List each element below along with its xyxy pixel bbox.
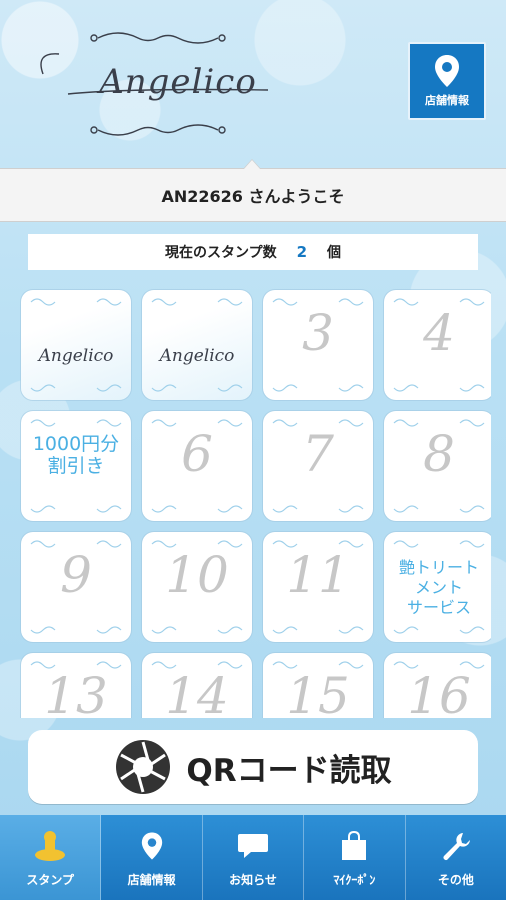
tab-my-coupon[interactable]: ﾏｲｸｰﾎﾟﾝ (304, 815, 406, 900)
stamp-count-label: 現在のスタンプ数 (164, 245, 277, 261)
shopping-bag-icon (340, 829, 368, 863)
stamp-cell-9[interactable]: 9 (21, 532, 131, 642)
wrench-icon (441, 829, 471, 863)
stamp-number: 8 (423, 425, 455, 483)
stamp-cell-14[interactable]: 14 (142, 653, 252, 718)
stamp-cell-2[interactable]: Angelico (142, 290, 252, 400)
stamp-grid: Angelico Angelico 3 4 1000円分 割引き 6 7 8 9 10 11 艶トリー… (17, 288, 491, 718)
stamp-cell-3[interactable]: 3 (263, 290, 373, 400)
stamp-cell-16[interactable]: 16 (384, 653, 491, 718)
map-pin-icon (141, 829, 163, 863)
qr-scan-label: QRコード読取 (186, 752, 392, 789)
stamp-number: 7 (302, 425, 334, 483)
stamp-number: 10 (165, 546, 229, 604)
logo: Angelico (38, 24, 278, 144)
stamp-number: 14 (165, 667, 229, 718)
reward-text: 艶トリート メント サービス (398, 558, 479, 617)
stamp-logo: Angelico (159, 346, 235, 366)
stamp-number: 13 (44, 667, 108, 718)
stamp-number: 11 (286, 546, 350, 604)
stamp-number: 6 (181, 425, 213, 483)
store-info-button[interactable]: 店舗情報 (408, 42, 486, 120)
stamp-cell-8[interactable]: 8 (384, 411, 491, 521)
header: Angelico 店舗情報 (0, 0, 506, 160)
tab-news[interactable]: お知らせ (203, 815, 305, 900)
stamp-cell-11[interactable]: 11 (263, 532, 373, 642)
stamp-number: 9 (60, 546, 92, 604)
stamp-count-unit: 個 (327, 245, 342, 261)
camera-shutter-icon (116, 740, 171, 794)
stamp-count-value: 2 (296, 243, 308, 261)
tab-store-info[interactable]: 店舗情報 (101, 815, 203, 900)
reward-text: 1000円分 割引き (32, 433, 120, 477)
map-pin-icon (435, 55, 459, 87)
store-info-label: 店舗情報 (425, 94, 469, 107)
stamp-cell-13[interactable]: 13 (21, 653, 131, 718)
welcome-bar: AN22626 さんようこそ (0, 159, 506, 222)
stamp-cell-1[interactable]: Angelico (21, 290, 131, 400)
stamp-cell-5[interactable]: 1000円分 割引き (21, 411, 131, 521)
stamp-cell-10[interactable]: 10 (142, 532, 252, 642)
chat-bubble-icon (237, 829, 269, 863)
tab-bar: スタンプ 店舗情報 お知らせ ﾏｲｸｰﾎﾟﾝ その他 (0, 815, 506, 900)
logo-text: Angelico (99, 62, 257, 102)
stamp-number: 16 (407, 667, 471, 718)
welcome-text: AN22626 さんようこそ (161, 187, 345, 206)
stamp-number: 4 (423, 304, 455, 362)
tab-other[interactable]: その他 (406, 815, 506, 900)
stamp-icon (33, 829, 67, 863)
stamp-cell-4[interactable]: 4 (384, 290, 491, 400)
stamp-cell-15[interactable]: 15 (263, 653, 373, 718)
stamp-number: 3 (302, 304, 334, 362)
stamp-cell-7[interactable]: 7 (263, 411, 373, 521)
stamp-cell-12[interactable]: 艶トリート メント サービス (384, 532, 491, 642)
stamp-cell-6[interactable]: 6 (142, 411, 252, 521)
qr-scan-button[interactable]: QRコード読取 (28, 730, 478, 804)
stamp-number: 15 (286, 667, 350, 718)
stamp-logo: Angelico (38, 346, 114, 366)
stamp-count-bar: 現在のスタンプ数 2 個 (28, 234, 478, 270)
tab-stamp[interactable]: スタンプ (0, 815, 102, 900)
